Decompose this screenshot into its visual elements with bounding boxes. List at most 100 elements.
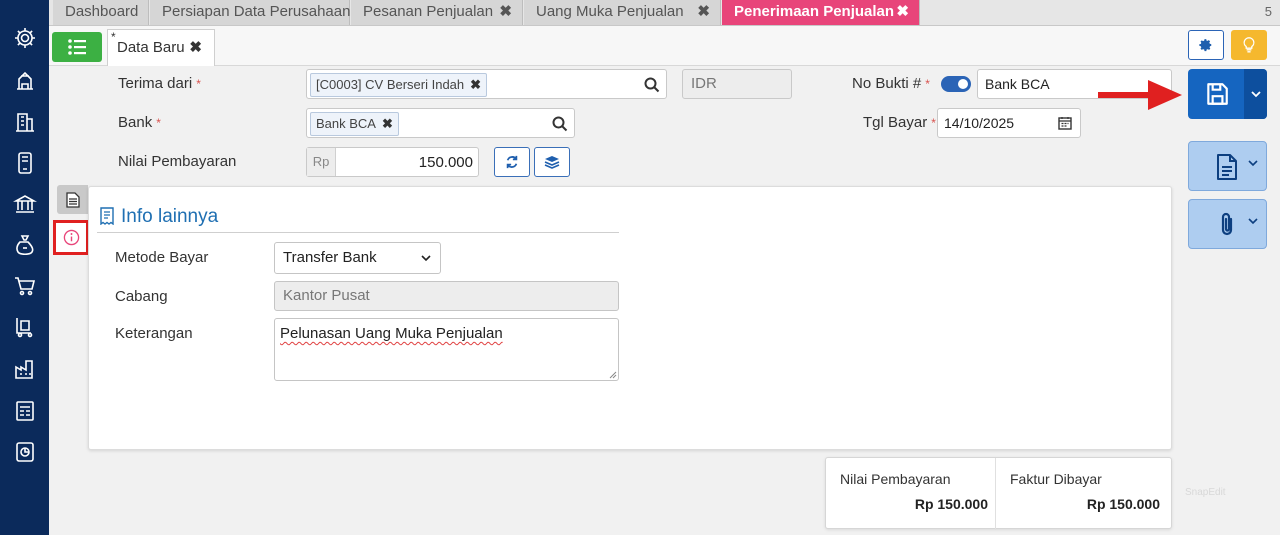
no-bukti-label: No Bukti # * [852, 75, 930, 92]
remove-icon[interactable]: ✖ [382, 116, 393, 131]
gear-icon [1199, 39, 1212, 52]
summary-nilai-label: Nilai Pembayaran [840, 471, 951, 487]
list-icon [68, 39, 86, 55]
bank-chip: Bank BCA ✖ [310, 112, 399, 136]
info-lainnya-panel: Info lainnya Metode Bayar Transfer Bank … [88, 186, 1172, 450]
chevron-down-icon [1248, 218, 1258, 225]
info-lainnya-title: Info lainnya [121, 206, 219, 227]
summary-box: Nilai Pembayaran Rp 150.000 Faktur Dibay… [825, 457, 1173, 530]
trolley-icon[interactable] [11, 313, 39, 341]
terima-dari-field[interactable]: [C0003] CV Berseri Indah ✖ [306, 69, 667, 99]
refresh-icon [506, 155, 518, 169]
tab-count-badge[interactable]: 5 [1265, 4, 1272, 19]
tgl-bayar-field[interactable]: 14/10/2025 [937, 108, 1081, 138]
top-tab-bar: Dashboard Persiapan Data Perusahaan Pesa… [49, 0, 1280, 26]
tab-dashboard[interactable]: Dashboard [53, 0, 149, 25]
calendar-icon[interactable] [1058, 116, 1072, 130]
document-tab-bar: * Data Baru ✖ [49, 26, 1280, 66]
cart-icon[interactable] [11, 272, 39, 300]
bank-label: Bank * [118, 114, 161, 131]
summary-faktur: Faktur Dibayar Rp 150.000 [996, 458, 1173, 530]
floppy-disk-icon [1207, 83, 1228, 105]
summary-nilai: Nilai Pembayaran Rp 150.000 [826, 458, 996, 530]
watermark: SnapEdit [1185, 487, 1226, 498]
nilai-pembayaran-label: Nilai Pembayaran [118, 153, 237, 170]
tab-data-baru[interactable]: * Data Baru ✖ [107, 29, 215, 66]
close-icon[interactable]: ✖ [896, 0, 909, 24]
tab-label: Uang Muka Penjualan [536, 3, 684, 20]
remove-icon[interactable]: ✖ [470, 77, 481, 92]
building-icon[interactable] [11, 66, 39, 94]
info-circle-icon [63, 229, 79, 246]
summary-faktur-value: Rp 150.000 [1086, 496, 1160, 512]
tab-label: Data Baru [117, 39, 185, 56]
tax-icon[interactable] [11, 397, 39, 425]
customer-chip: [C0003] CV Berseri Indah ✖ [310, 73, 488, 97]
list-view-button[interactable] [52, 32, 102, 62]
factory-icon[interactable] [11, 355, 39, 383]
bank-chip-label: Bank BCA [316, 116, 376, 131]
summary-faktur-label: Faktur Dibayar [1010, 471, 1102, 487]
metode-bayar-label: Metode Bayar [115, 249, 209, 266]
save-options-button[interactable] [1244, 69, 1267, 119]
cabang-field: Kantor Pusat [274, 281, 619, 311]
chevron-down-icon [1250, 90, 1261, 97]
keterangan-label: Keterangan [115, 325, 193, 342]
nilai-pembayaran-value: 150.000 [418, 154, 473, 171]
lightbulb-icon [1243, 37, 1255, 53]
tab-uang-muka[interactable]: Uang Muka Penjualan ✖ [524, 0, 721, 25]
paperclip-icon [1221, 212, 1233, 236]
recalculate-button[interactable] [494, 147, 530, 177]
currency-field: IDR [682, 69, 792, 99]
document-icon [65, 191, 80, 208]
side-tab-info[interactable] [53, 220, 89, 255]
tgl-bayar-value: 14/10/2025 [944, 115, 1015, 131]
arrow-annotation-icon [1098, 80, 1182, 110]
settings-icon[interactable] [11, 24, 39, 52]
print-button[interactable] [1188, 141, 1267, 191]
resize-handle-icon[interactable] [609, 371, 617, 379]
tab-label: Dashboard [65, 3, 139, 20]
nilai-pembayaran-field[interactable]: Rp 150.000 [306, 147, 479, 177]
report-icon[interactable] [11, 438, 39, 466]
close-icon[interactable]: ✖ [697, 0, 710, 24]
summary-nilai-value: Rp 150.000 [914, 496, 988, 512]
save-button[interactable] [1188, 69, 1267, 119]
chevron-down-icon [421, 255, 431, 262]
layers-icon [544, 156, 560, 169]
section-divider [97, 232, 619, 233]
tab-persiapan-data[interactable]: Persiapan Data Perusahaan [150, 0, 350, 25]
side-tab-detail[interactable] [57, 185, 88, 214]
auto-number-toggle[interactable] [941, 76, 971, 92]
bank-field[interactable]: Bank BCA ✖ [306, 108, 575, 138]
tips-button[interactable] [1231, 30, 1267, 60]
metode-bayar-value: Transfer Bank [283, 249, 377, 266]
tab-label: Persiapan Data Perusahaan [162, 3, 351, 20]
settings-button[interactable] [1188, 30, 1224, 60]
close-icon[interactable]: ✖ [499, 0, 512, 24]
search-icon[interactable] [552, 116, 568, 132]
keterangan-textarea[interactable]: Pelunasan Uang Muka Penjualan [274, 318, 619, 381]
tab-label: Penerimaan Penjualan [734, 3, 895, 20]
cabang-label: Cabang [115, 288, 168, 305]
customer-chip-label: [C0003] CV Berseri Indah [316, 77, 465, 92]
modified-marker: * [111, 30, 116, 44]
tab-pesanan-penjualan[interactable]: Pesanan Penjualan ✖ [351, 0, 523, 25]
office-icon[interactable] [11, 108, 39, 136]
search-icon[interactable] [644, 77, 660, 93]
metode-bayar-select[interactable]: Transfer Bank [274, 242, 441, 274]
attachment-button[interactable] [1188, 199, 1267, 249]
tab-label: Pesanan Penjualan [363, 3, 494, 20]
terima-dari-label: Terima dari * [118, 75, 201, 92]
tab-penerimaan-penjualan[interactable]: Penerimaan Penjualan ✖ [722, 0, 920, 25]
tgl-bayar-label: Tgl Bayar * [863, 114, 936, 131]
currency-prefix: Rp [307, 148, 336, 176]
bank-icon[interactable] [11, 190, 39, 218]
money-bag-icon[interactable] [11, 231, 39, 259]
device-icon[interactable] [11, 149, 39, 177]
chevron-down-icon [1248, 160, 1258, 167]
close-icon[interactable]: ✖ [189, 30, 202, 66]
left-sidebar [0, 0, 49, 535]
document-icon [1217, 154, 1237, 180]
layers-button[interactable] [534, 147, 570, 177]
